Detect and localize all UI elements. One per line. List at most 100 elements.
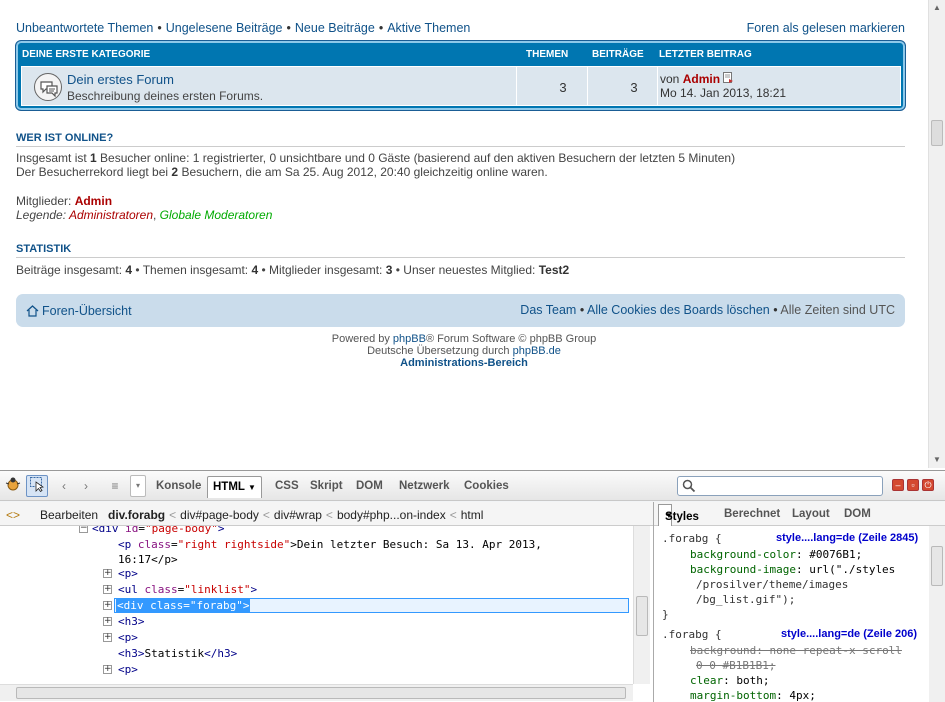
tab-dom[interactable]: DOM	[356, 480, 383, 492]
who-is-online-heading[interactable]: Wer ist online?	[16, 132, 113, 144]
newest-member-link[interactable]: Test2	[539, 263, 569, 277]
css-source-link[interactable]: style....lang=de (Zeile 2845)	[776, 532, 918, 544]
html-node-line[interactable]: <h3>	[118, 615, 145, 628]
html-node-line[interactable]: <p class="right rightside">Dein letzter …	[118, 538, 542, 551]
forum-title-link[interactable]: Dein erstes Forum	[67, 72, 174, 87]
forward-icon[interactable]: ›	[75, 475, 97, 497]
mark-forums-read-link[interactable]: Foren als gelesen markieren	[747, 21, 905, 35]
back-icon[interactable]: ‹	[53, 475, 75, 497]
stats-label: Beiträge insgesamt:	[16, 263, 126, 277]
breadcrumb-item[interactable]: div.forabg	[108, 508, 165, 522]
delete-cookies-link[interactable]: Alle Cookies des Boards löschen	[587, 303, 770, 317]
side-tab-styles[interactable]: Styles ▼	[658, 504, 699, 526]
breadcrumb-item[interactable]: div#wrap	[274, 508, 322, 522]
translation-credit: Deutsche Übersetzung durch phpBB.de	[0, 345, 928, 357]
expand-toggle-icon[interactable]: +	[103, 617, 112, 626]
last-post-author-link[interactable]: Admin	[683, 72, 720, 86]
the-team-link[interactable]: Das Team	[520, 303, 576, 317]
category-title[interactable]: Deine erste Kategorie	[22, 49, 150, 60]
tab-network[interactable]: Netzwerk	[399, 480, 450, 492]
html-tree-panel: <div id="page-body"> − <p class="right r…	[0, 526, 653, 702]
group-legend: Legende: Administratoren, Globale Modera…	[16, 208, 272, 222]
css-declaration[interactable]: margin-bottom: 4px;	[690, 689, 816, 702]
html-node-line[interactable]: <p>	[118, 663, 138, 676]
inspect-element-icon[interactable]	[26, 475, 48, 497]
html-node-line[interactable]: <ul class="linklist">	[118, 583, 257, 596]
menu-lines-icon[interactable]: ≡	[104, 475, 126, 497]
expand-toggle-icon[interactable]: +	[103, 633, 112, 642]
tab-css[interactable]: CSS	[275, 480, 299, 492]
tab-html[interactable]: HTML ▼	[207, 476, 262, 498]
breadcrumb-item[interactable]: html	[461, 508, 484, 522]
forum-read-icon	[34, 73, 62, 101]
legend-comma: ,	[153, 208, 160, 222]
divider	[16, 146, 905, 147]
css-declaration-cont: /prosilver/theme/images	[696, 578, 849, 591]
html-node-selected[interactable]: <div class="forabg">	[114, 598, 629, 613]
breadcrumb-item[interactable]: div#page-body	[180, 508, 259, 522]
scroll-thumb[interactable]	[931, 120, 943, 146]
styles-panel-scrollbar[interactable]	[929, 526, 945, 702]
last-post-date: Mo 14. Jan 2013, 18:21	[660, 86, 787, 100]
scroll-thumb[interactable]	[636, 596, 648, 636]
detach-window-icon[interactable]: ▫	[907, 479, 919, 491]
side-tab-layout[interactable]: Layout	[792, 508, 830, 520]
side-tab-computed[interactable]: Berechnet	[724, 508, 780, 520]
css-declaration[interactable]: background-color: #0076B1;	[690, 548, 862, 561]
close-icon[interactable]: ⏻	[922, 479, 934, 491]
html-panel-vscrollbar[interactable]	[633, 526, 650, 684]
expand-toggle-icon[interactable]: +	[103, 601, 112, 610]
record-text: Besuchern, die am Sa 25. Aug 2012, 20:40…	[178, 165, 548, 179]
admin-panel-row: Administrations-Bereich	[0, 357, 928, 369]
active-topics-link[interactable]: Aktive Themen	[387, 21, 470, 35]
unanswered-topics-link[interactable]: Unbeantwortete Themen	[16, 21, 153, 35]
new-posts-link[interactable]: Neue Beiträge	[295, 21, 375, 35]
tab-script[interactable]: Skript	[310, 480, 343, 492]
board-index-link[interactable]: Foren-Übersicht	[26, 304, 132, 318]
tab-console[interactable]: Konsole	[156, 480, 201, 492]
phpbb-link[interactable]: phpBB	[393, 333, 426, 345]
css-declaration[interactable]: background-image: url("./styles	[690, 563, 895, 576]
scroll-thumb[interactable]	[931, 546, 943, 586]
scroll-up-icon[interactable]: ▲	[931, 2, 943, 14]
category-header: Deine erste Kategorie Themen Beiträge Le…	[16, 41, 905, 66]
admin-panel-link[interactable]: Administrations-Bereich	[400, 357, 528, 369]
phpbb-de-link[interactable]: phpBB.de	[513, 345, 561, 357]
scroll-thumb[interactable]	[16, 687, 626, 699]
members-label: Mitglieder:	[16, 194, 75, 208]
view-latest-post-icon[interactable]	[723, 72, 734, 86]
expand-toggle-icon[interactable]: +	[103, 665, 112, 674]
breadcrumb-item[interactable]: body#php...on-index	[337, 508, 446, 522]
divider	[587, 67, 588, 105]
expand-toggle-icon[interactable]: +	[103, 585, 112, 594]
html-node-line[interactable]: <p>	[118, 567, 138, 580]
category-box: Deine erste Kategorie Themen Beiträge Le…	[15, 40, 906, 111]
page-scrollbar[interactable]: ▲ ▼	[928, 0, 945, 468]
html-panel-hscrollbar[interactable]	[0, 684, 633, 701]
edit-button[interactable]: Bearbeiten	[40, 508, 98, 522]
stats-label: • Unser neuestes Mitglied:	[392, 263, 539, 277]
record-text: Der Besucherrekord liegt bei	[16, 165, 172, 179]
unread-posts-link[interactable]: Ungelesene Beiträge	[166, 21, 283, 35]
css-source-link[interactable]: style....lang=de (Zeile 206)	[781, 628, 917, 640]
scroll-down-icon[interactable]: ▼	[931, 454, 943, 466]
toggle-source-icon[interactable]: <>	[6, 508, 20, 522]
expand-toggle-icon[interactable]: +	[103, 569, 112, 578]
firebug-search-input[interactable]	[677, 476, 883, 496]
panel-menu-dropdown-icon[interactable]: ▾	[130, 475, 146, 497]
separator: •	[157, 21, 162, 35]
firebug-bug-icon[interactable]	[2, 475, 24, 497]
html-node-line[interactable]: <p>	[118, 631, 138, 644]
html-node-line[interactable]: <div id="page-body">	[92, 526, 224, 535]
legend-global-moderators-link[interactable]: Globale Moderatoren	[160, 208, 273, 222]
css-declaration-overridden[interactable]: background: none repeat-x scroll	[690, 644, 902, 657]
separator: •	[576, 303, 587, 317]
tab-cookies[interactable]: Cookies	[464, 480, 509, 492]
online-member-admin-link[interactable]: Admin	[75, 194, 112, 208]
html-node-line[interactable]: <h3>Statistik</h3>	[118, 647, 237, 660]
minimize-icon[interactable]: –	[892, 479, 904, 491]
css-declaration[interactable]: clear: both;	[690, 674, 769, 687]
side-tab-dom[interactable]: DOM	[844, 508, 871, 520]
collapse-toggle-icon[interactable]: −	[79, 526, 88, 533]
legend-administrators-link[interactable]: Administratoren	[69, 208, 153, 222]
